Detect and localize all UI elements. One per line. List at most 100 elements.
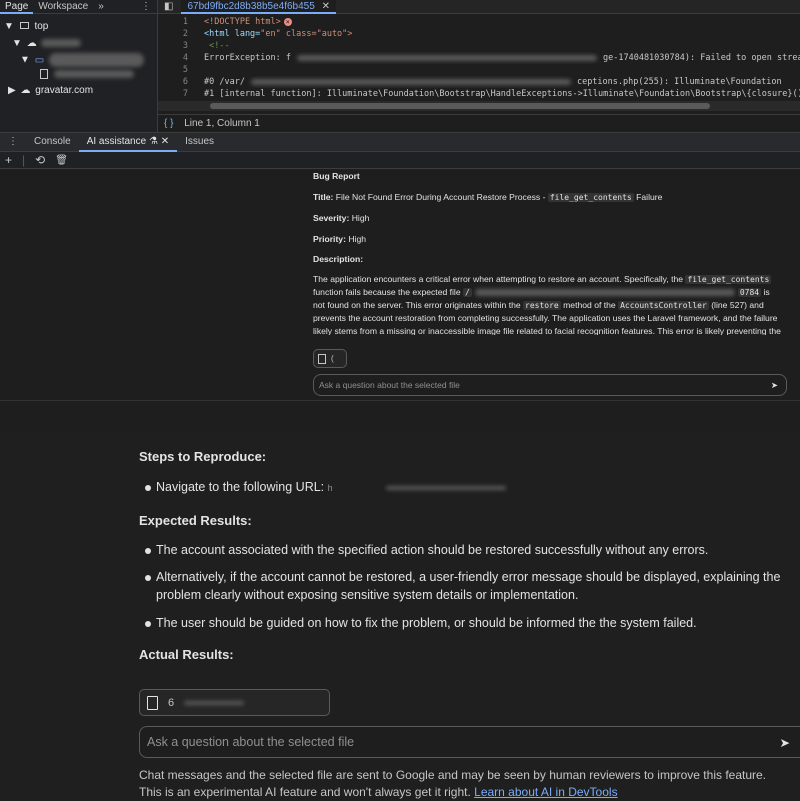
learn-more-link[interactable]: Learn about AI in DevTools [474, 785, 617, 799]
scrollbar-thumb[interactable] [210, 103, 710, 109]
send-icon[interactable]: ➤ [771, 380, 778, 391]
file-icon [147, 695, 158, 710]
code-inline: file_get_contents [547, 193, 634, 202]
tree-item-file[interactable] [40, 68, 134, 82]
tree-item-top[interactable]: ▼ top [4, 20, 48, 34]
editor-tabs: ◧ 67bd9fbc2d8b38b5e4f6b455 ✕ [158, 0, 800, 14]
disclaimer: Chat messages and the selected file are … [139, 767, 789, 801]
tab-workspace[interactable]: Workspace [33, 0, 93, 14]
expected-item: Alternatively, if the account cannot be … [156, 570, 781, 602]
tree-label-top: top [34, 21, 49, 32]
ask-placeholder: Ask a question about the selected file [319, 380, 460, 390]
redacted-domain [41, 39, 82, 48]
separator: | [22, 153, 26, 167]
ask-placeholder: Ask a question about the selected file [147, 735, 355, 749]
close-icon[interactable]: ✕ [322, 1, 330, 12]
redacted-filename [184, 700, 245, 705]
bullet [145, 485, 151, 491]
flask-icon: ⚗ [148, 136, 158, 147]
selected-file-chip[interactable]: 6 [139, 689, 330, 716]
drawer-tabbar: ⋮ Console AI assistance ⚗ ✕ Issues [0, 132, 800, 152]
tree-item-domain[interactable]: ▼ ☁ [12, 37, 82, 51]
file-chip-label: ( [331, 354, 334, 363]
expected-heading: Expected Results: [139, 513, 252, 528]
actual-heading: Actual Results: [139, 647, 234, 662]
bullet [145, 621, 151, 627]
title-tail: Failure [636, 192, 663, 202]
code-line: 4 ErrorException: f ge-1740481030784): Fai… [182, 53, 800, 63]
bullet [145, 548, 151, 554]
editor-status-bar: { } Line 1, Column 1 [158, 114, 800, 132]
redacted-code [297, 54, 597, 61]
more-tabs-button[interactable]: » [93, 0, 109, 14]
kebab-menu-icon[interactable]: ⋮ [135, 0, 157, 14]
code-line: 2 <html lang="en" class="auto"> [182, 29, 353, 39]
severity-value: High [351, 213, 370, 223]
priority-label: Priority: [313, 234, 346, 244]
severity-label: Severity: [313, 213, 350, 223]
expected-item: The account associated with the specifie… [156, 543, 709, 557]
triangle-down-icon: ▼ [20, 54, 30, 66]
source-editor: ◧ 67bd9fbc2d8b38b5e4f6b455 ✕ 1 <!DOCTYPE … [158, 0, 800, 132]
close-icon[interactable]: ✕ [161, 136, 169, 147]
triangle-down-icon: ▼ [4, 21, 14, 32]
braces-icon[interactable]: { } [164, 118, 173, 129]
triangle-down-icon: ▼ [12, 38, 22, 49]
redacted-folder [48, 53, 144, 67]
delete-icon[interactable]: 🗑 [50, 155, 73, 166]
tree-item-folder[interactable]: ▼ ▭ [20, 53, 144, 67]
report-heading: Bug Report [313, 171, 360, 181]
redacted-url [386, 485, 507, 490]
description-text: The application encounters a critical er… [313, 274, 781, 335]
editor-tab-file[interactable]: 67bd9fbc2d8b38b5e4f6b455 ✕ [181, 0, 336, 14]
ai-response-compact: Bug Report Title: File Not Found Error D… [0, 170, 800, 400]
priority-line: Priority: High [313, 233, 788, 246]
horizontal-scrollbar[interactable] [158, 101, 800, 111]
title-label: Title: [313, 192, 334, 202]
code-line: 3 <!-- [182, 41, 230, 51]
cloud-icon: ☁ [20, 85, 31, 96]
cursor-position: Line 1, Column 1 [184, 118, 260, 129]
redacted-file [53, 70, 134, 79]
split-divider[interactable] [0, 400, 800, 432]
priority-value: High [348, 234, 367, 244]
drawer-menu-icon[interactable]: ⋮ [0, 132, 26, 152]
tab-page[interactable]: Page [0, 0, 34, 14]
triangle-right-icon: ▶ [8, 85, 16, 96]
history-icon[interactable]: ⟲ [30, 153, 50, 167]
code-line: 5 [182, 65, 188, 75]
description-label: Description: [313, 254, 364, 264]
tab-ai-assistance-label: AI assistance [86, 136, 147, 147]
file-icon [40, 69, 48, 80]
title-text: File Not Found Error During Account Rest… [335, 192, 546, 202]
file-icon [318, 353, 326, 364]
expected-item: The user should be guided on how to fix … [156, 616, 697, 630]
error-icon[interactable]: × [283, 18, 292, 26]
editor-tab-label: 67bd9fbc2d8b38b5e4f6b455 [187, 0, 315, 12]
bullet [145, 575, 151, 581]
code-line: 7 #1 [internal function]: Illuminate\Foun… [182, 89, 800, 99]
navigator-panel: Page Workspace » ⋮ ▼ top ▼ ☁ ▼ ▭ ▶ ☁ gra… [0, 0, 158, 132]
code-line: 6 #0 /var/ceptions.php(255): Illuminate\F… [182, 77, 782, 87]
toggle-navigator-icon[interactable]: ◧ [158, 1, 175, 12]
ai-response-expanded: Steps to Reproduce: Navigate to the foll… [0, 432, 800, 800]
report-title-line: Title: File Not Found Error During Accou… [313, 191, 788, 204]
ask-input-compact[interactable]: Ask a question about the selected file ➤ [313, 374, 787, 396]
tab-issues[interactable]: Issues [177, 132, 222, 152]
ask-input[interactable]: Ask a question about the selected file ➤ [139, 726, 800, 758]
severity-line: Severity: High [313, 212, 788, 225]
file-chip-label: 6 [168, 696, 175, 709]
send-icon[interactable]: ➤ [780, 735, 790, 750]
folder-icon: ▭ [34, 54, 45, 66]
frame-icon [19, 22, 29, 29]
tree-label-gravatar: gravatar.com [35, 85, 94, 96]
disclaimer-text: Chat messages and the selected file are … [139, 768, 767, 799]
tab-console[interactable]: Console [26, 132, 79, 152]
code-view[interactable]: 1 <!DOCTYPE html> × 2 <html lang="en" class… [158, 16, 800, 100]
redacted-code [250, 78, 571, 85]
tree-item-gravatar[interactable]: ▶ ☁ gravatar.com [8, 84, 93, 98]
cloud-icon: ☁ [26, 38, 37, 49]
selected-file-chip[interactable]: ( [313, 349, 347, 368]
tab-ai-assistance[interactable]: AI assistance ⚗ ✕ [78, 132, 178, 152]
new-chat-icon[interactable]: + [0, 153, 17, 167]
